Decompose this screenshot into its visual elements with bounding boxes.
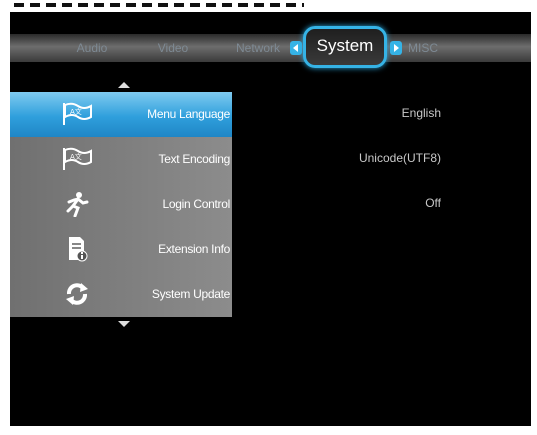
- document-info-icon: [62, 235, 92, 263]
- tab-video[interactable]: Video: [143, 34, 203, 62]
- running-man-icon: [62, 190, 92, 218]
- settings-screen: Audio Video Network MISC System A文 Menu …: [10, 12, 531, 426]
- menu-item-login-control[interactable]: Login Control: [10, 182, 232, 227]
- flag-icon: A文: [62, 100, 92, 128]
- tab-bar: Audio Video Network MISC: [10, 34, 531, 62]
- tab-misc[interactable]: MISC: [398, 34, 448, 62]
- scroll-up-caret-icon[interactable]: [118, 82, 130, 88]
- menu-item-text-encoding[interactable]: A文 Text Encoding: [10, 137, 232, 182]
- menu-item-extension-info[interactable]: Extension Info: [10, 227, 232, 272]
- refresh-icon: [62, 280, 92, 308]
- flag-icon: A文: [62, 145, 92, 173]
- settings-menu: A文 Menu Language A文 Text Encoding Login …: [10, 92, 232, 317]
- svg-text:A文: A文: [70, 107, 82, 116]
- top-dotted-rule: [14, 3, 304, 7]
- menu-language-value: English: [401, 106, 441, 120]
- tab-left-arrow-icon[interactable]: [290, 41, 302, 55]
- tab-system-label: System: [316, 36, 374, 55]
- menu-item-menu-language[interactable]: A文 Menu Language: [10, 92, 232, 137]
- tab-system[interactable]: System: [290, 26, 402, 70]
- menu-item-system-update[interactable]: System Update: [10, 272, 232, 317]
- menu-item-label: Extension Info: [158, 242, 230, 256]
- menu-item-label: Text Encoding: [158, 152, 231, 166]
- scroll-down-caret-icon[interactable]: [118, 321, 130, 327]
- tab-network[interactable]: Network: [228, 34, 288, 62]
- menu-item-label: Menu Language: [147, 107, 230, 121]
- login-control-value: Off: [425, 196, 441, 210]
- tab-audio[interactable]: Audio: [62, 34, 122, 62]
- tab-right-arrow-icon[interactable]: [390, 41, 402, 55]
- menu-item-label: Login Control: [162, 197, 231, 211]
- svg-text:A文: A文: [70, 152, 82, 161]
- text-encoding-value: Unicode(UTF8): [358, 151, 441, 165]
- menu-item-label: System Update: [151, 287, 230, 301]
